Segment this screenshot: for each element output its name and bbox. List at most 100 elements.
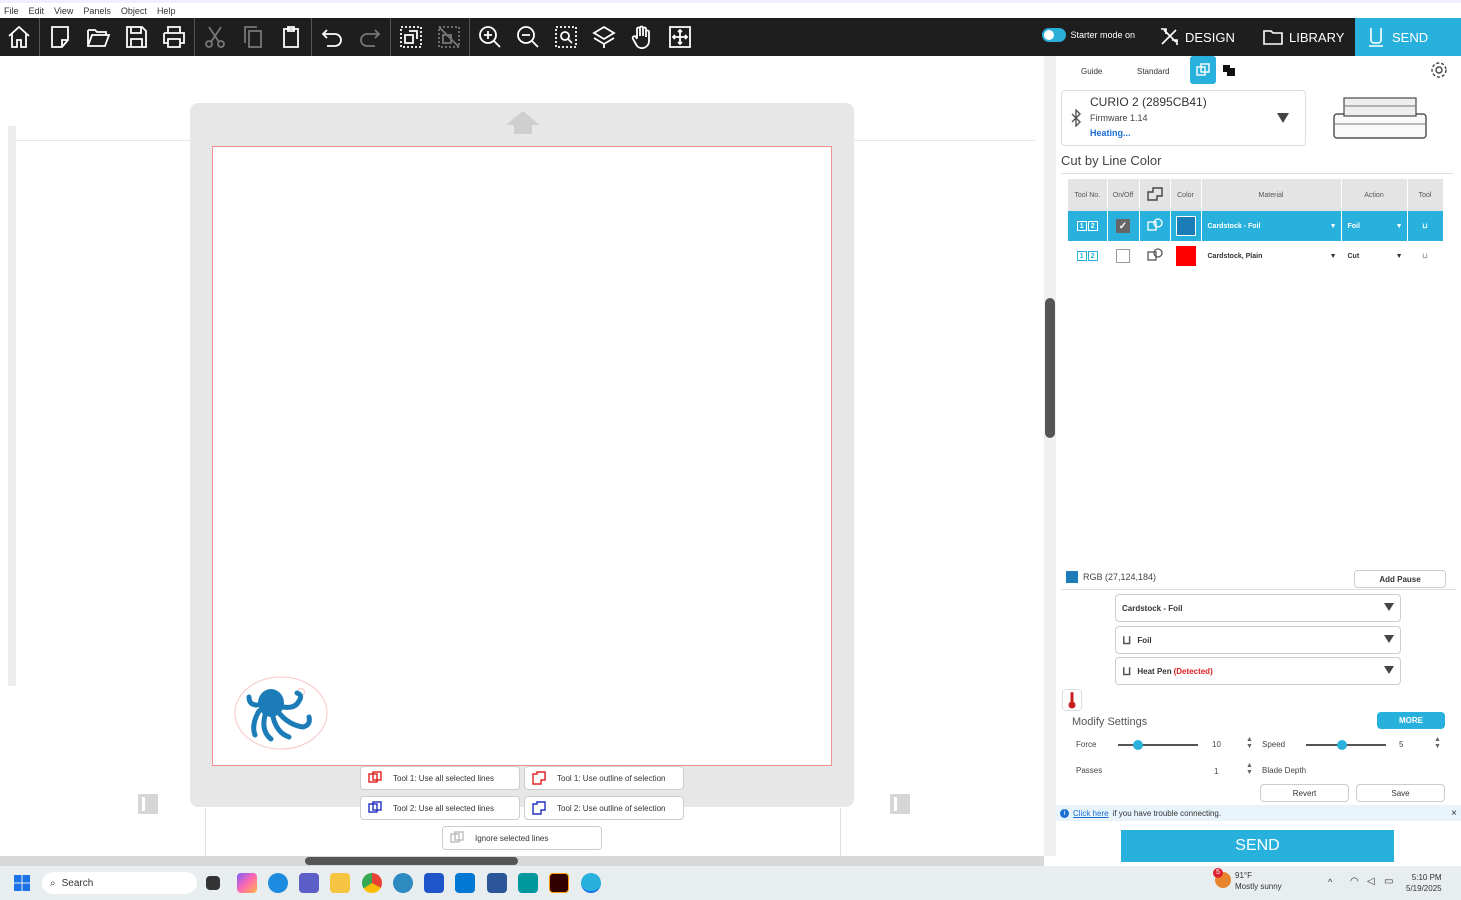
force-spinner[interactable]: ▲ ▼ [1246,736,1253,750]
tool2-all-lines-button[interactable]: Tool 2: Use all selected lines [360,796,520,820]
ignore-lines-button[interactable]: Ignore selected lines [442,826,602,850]
redo-button[interactable] [351,18,389,56]
new-file-button[interactable] [41,18,79,56]
tool2-outline-button[interactable]: Tool 2: Use outline of selection [524,796,684,820]
menu-panels[interactable]: Panels [83,6,111,16]
row-action-select[interactable]: Cut ▼ [1341,241,1408,271]
taskbar-search[interactable]: ⌕ Search [42,872,197,894]
line-color-mode-button[interactable] [1190,56,1216,84]
undo-button[interactable] [313,18,351,56]
clock-date: 5/19/2025 [1406,884,1442,893]
zoom-out-button[interactable] [509,18,547,56]
add-pause-button[interactable]: Add Pause [1354,570,1446,588]
force-slider[interactable] [1118,740,1198,750]
speed-spinner[interactable]: ▲ ▼ [1434,736,1441,750]
heat-status-button[interactable] [1062,689,1082,711]
action-select[interactable]: ⊔ Foil [1115,626,1401,654]
tool-number-selector[interactable]: 12 [1076,251,1098,261]
file-explorer-icon[interactable] [330,873,350,893]
weather-widget[interactable]: 5 91°F Mostly sunny [1213,868,1282,892]
windows-start-icon[interactable] [14,875,30,891]
cut-button[interactable] [196,18,234,56]
kindle-icon[interactable] [424,873,444,893]
group-button[interactable] [392,18,430,56]
arduino-icon[interactable] [518,873,538,893]
copy-button[interactable] [234,18,272,56]
horizontal-scroll-thumb[interactable] [305,857,518,865]
media-area[interactable] [212,146,832,766]
fit-mat-button[interactable] [585,18,623,56]
device-selector[interactable]: CURIO 2 (2895CB41) Firmware 1.14 Heating… [1061,90,1306,146]
illustrator-icon[interactable] [549,873,569,893]
teams-icon[interactable] [299,873,319,893]
battery-icon[interactable]: ▭ [1384,876,1393,887]
chevron-up-icon[interactable]: ^ [1328,877,1332,887]
print-button[interactable] [155,18,193,56]
menu-edit[interactable]: Edit [29,6,45,16]
row-action-select[interactable]: Foil ▼ [1341,211,1408,241]
tab-standard[interactable]: Standard [1137,67,1169,76]
edge-icon[interactable] [268,873,288,893]
save-button[interactable]: Save [1356,784,1445,802]
menu-file[interactable]: File [4,6,19,16]
move-button[interactable] [661,18,699,56]
volume-icon[interactable]: ◁ [1367,876,1375,887]
starter-mode-toggle[interactable]: Starter mode on [1042,28,1135,42]
more-button[interactable]: MORE [1377,712,1445,729]
row-enable-checkbox[interactable] [1116,249,1130,263]
horizontal-scrollbar[interactable] [0,856,1044,866]
chrome-icon[interactable] [362,873,382,893]
material-select[interactable]: Cardstock - Foil [1115,594,1401,622]
tab-library[interactable]: LIBRARY [1252,18,1354,56]
system-clock[interactable]: 5:10 PM 5/19/2025 [1406,872,1442,894]
copilot-icon[interactable] [237,873,257,893]
octopus-design[interactable] [233,675,329,751]
fill-color-mode-button[interactable] [1216,56,1242,84]
passes-spinner[interactable]: ▲ ▼ [1246,762,1253,776]
tab-send[interactable]: SEND [1355,18,1461,56]
vertical-scroll-thumb[interactable] [1045,298,1055,438]
tool-select[interactable]: ⊔ Heat Pen (Detected) [1115,657,1401,685]
row-material-select[interactable]: Cardstock, Plain ▼ [1201,241,1342,271]
tab-design[interactable]: DESIGN [1148,18,1245,56]
tool-number-selector[interactable]: 12 [1076,221,1098,231]
paste-button[interactable] [272,18,310,56]
zoom-in-button[interactable] [471,18,509,56]
tool1-all-lines-button[interactable]: Tool 1: Use all selected lines [360,766,520,790]
chevron-down-icon[interactable] [1277,113,1289,123]
settings-button[interactable] [1426,56,1452,84]
tab-guide[interactable]: Guide [1081,67,1102,76]
pan-button[interactable] [623,18,661,56]
tool1-outline-button[interactable]: Tool 1: Use outline of selection [524,766,684,790]
home-button[interactable] [0,18,38,56]
row-material-select[interactable]: Cardstock - Foil ▼ [1201,211,1342,241]
vscode-icon[interactable] [455,873,475,893]
save-file-button[interactable] [117,18,155,56]
menu-help[interactable]: Help [157,6,176,16]
table-row[interactable]: 12 ✓ Cardstock - Foil ▼ Foil ▼ ⊔ [1068,211,1444,241]
speed-slider[interactable] [1306,740,1386,750]
outline-toggle-icon[interactable] [1146,247,1164,263]
network-app-icon[interactable] [393,873,413,893]
close-icon[interactable]: × [1451,808,1457,819]
vertical-scrollbar[interactable] [1044,56,1056,856]
force-slider-knob[interactable] [1133,740,1143,750]
outline-toggle-icon[interactable] [1146,217,1164,233]
cutter-machine-image [1333,97,1427,139]
silhouette-studio-icon[interactable] [581,873,601,893]
menu-object[interactable]: Object [121,6,147,16]
wifi-icon[interactable]: ◠ [1350,876,1359,887]
open-button[interactable] [79,18,117,56]
revert-button[interactable]: Revert [1260,784,1349,802]
word-icon[interactable] [487,873,507,893]
menu-view[interactable]: View [54,6,73,16]
speed-slider-knob[interactable] [1337,740,1347,750]
zoom-selection-button[interactable] [547,18,585,56]
toggle-switch[interactable] [1042,28,1067,42]
send-button[interactable]: SEND [1121,830,1394,862]
task-view-icon[interactable] [206,876,220,890]
ungroup-button[interactable] [430,18,468,56]
row-enable-checkbox[interactable]: ✓ [1116,219,1130,233]
help-link[interactable]: Click here [1073,809,1109,818]
table-row[interactable]: 12 Cardstock, Plain ▼ Cut ▼ ⊔ [1068,241,1444,271]
